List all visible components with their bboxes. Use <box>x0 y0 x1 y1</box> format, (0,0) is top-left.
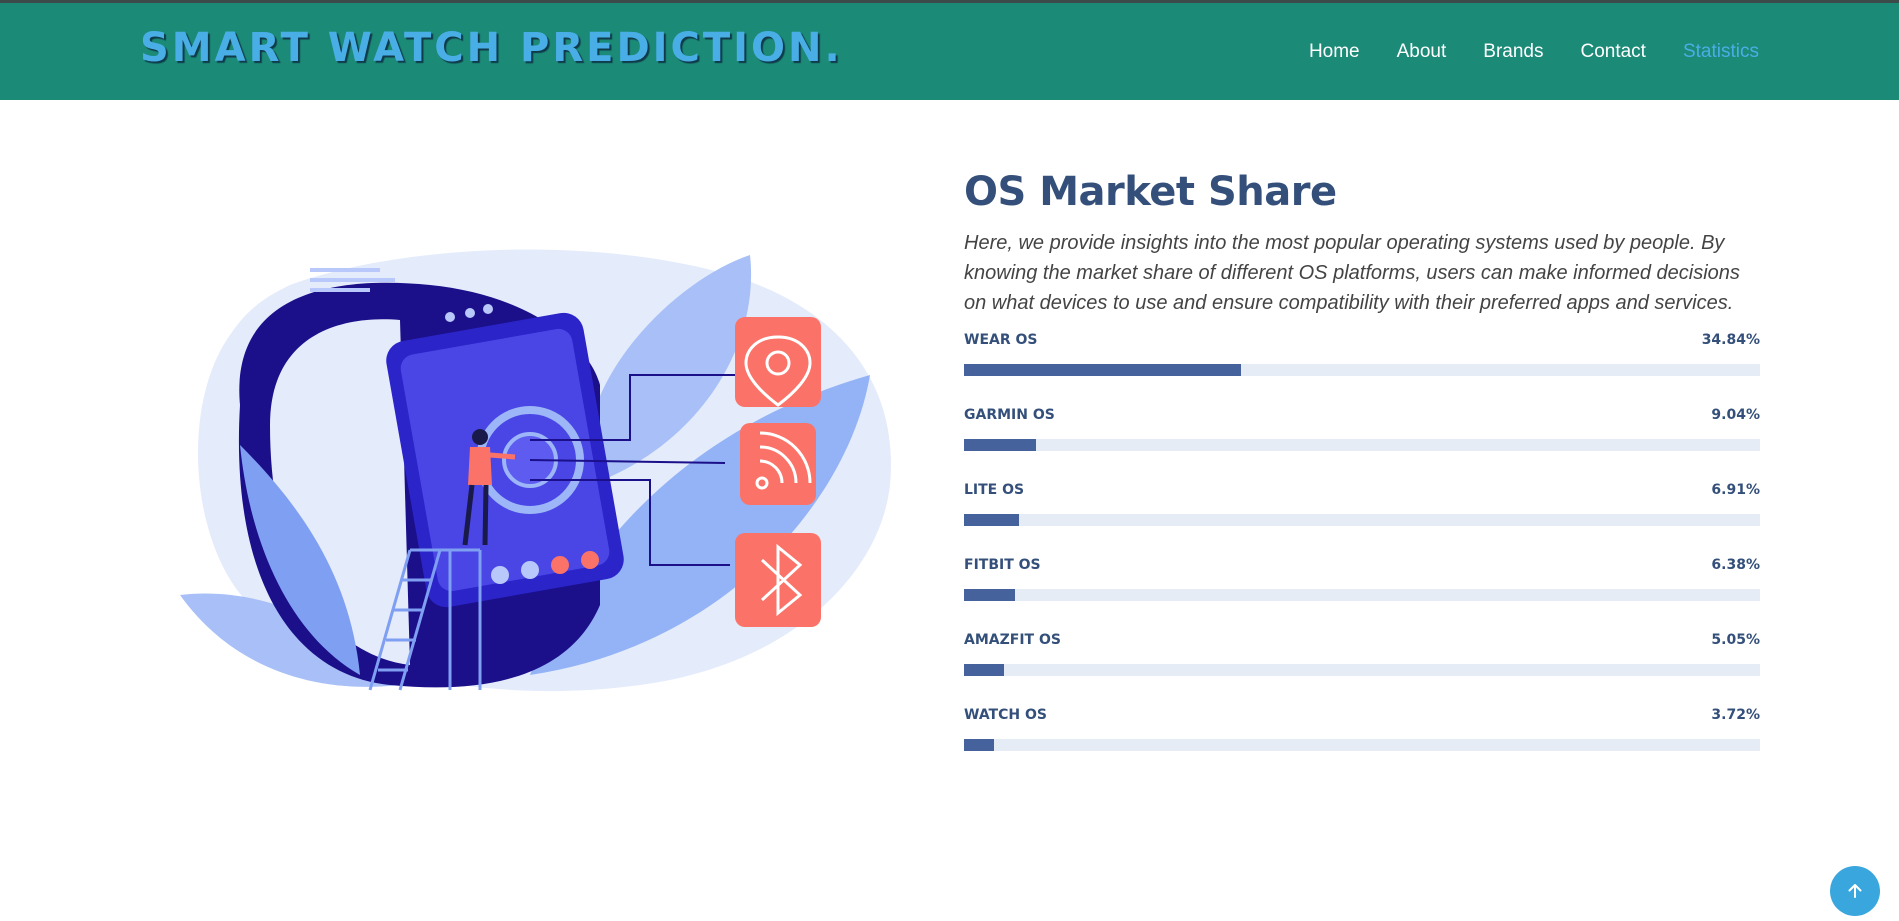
bar-label: FITBIT OS <box>964 557 1041 573</box>
bar-header: WEAR OS 34.84% <box>964 332 1760 352</box>
location-pin-icon <box>735 317 821 407</box>
screen-dot <box>521 561 539 579</box>
screen-dot <box>491 566 509 584</box>
progress-fill <box>964 589 1015 601</box>
screen-dot <box>445 312 455 322</box>
bar-label: LITE OS <box>964 482 1025 498</box>
bar-value: 5.05% <box>1711 632 1760 648</box>
bar-value: 3.72% <box>1711 707 1760 723</box>
section-description: Here, we provide insights into the most … <box>964 232 1740 314</box>
rss-feed-icon <box>740 423 816 505</box>
screen-dot <box>581 551 599 569</box>
progress-fill <box>964 739 994 751</box>
bar-value: 9.04% <box>1711 407 1760 423</box>
progress-fill <box>964 664 1005 676</box>
bar-value: 6.38% <box>1711 557 1760 573</box>
bar-label: WATCH OS <box>964 707 1047 723</box>
nav-brands[interactable]: Brands <box>1483 41 1543 63</box>
progress-track <box>964 589 1760 601</box>
bar-label: AMAZFIT OS <box>964 632 1061 648</box>
market-share-row: FITBIT OS 6.38% <box>964 557 1760 620</box>
bar-value: 6.91% <box>1711 482 1760 498</box>
smartwatch-illustration <box>180 249 891 692</box>
nav-statistics[interactable]: Statistics <box>1683 41 1759 63</box>
site-logo[interactable]: SMART WATCH PREDICTION. <box>140 25 843 71</box>
arrow-up-icon <box>1848 884 1862 898</box>
screen-dot <box>551 556 569 574</box>
progress-fill <box>964 514 1019 526</box>
progress-track <box>964 664 1760 676</box>
market-share-row: WATCH OS 3.72% <box>964 707 1760 770</box>
progress-track <box>964 739 1760 751</box>
site-header: SMART WATCH PREDICTION. Home About Brand… <box>0 0 1899 100</box>
bar-header: LITE OS 6.91% <box>964 482 1760 502</box>
screen-dot <box>483 304 493 314</box>
market-share-row: WEAR OS 34.84% <box>964 332 1760 395</box>
nav-about[interactable]: About <box>1397 41 1447 63</box>
back-to-top-button[interactable] <box>1830 866 1880 916</box>
section-title: OS Market Share <box>964 169 1337 215</box>
market-share-bars: WEAR OS 34.84% GARMIN OS 9.04% LITE OS 6.91% F… <box>964 332 1760 770</box>
nav-home[interactable]: Home <box>1309 41 1360 63</box>
bar-header: WATCH OS 3.72% <box>964 707 1760 727</box>
bar-value: 34.84% <box>1701 332 1760 348</box>
main-nav: Home About Brands Contact Statistics <box>1309 41 1759 63</box>
bar-header: GARMIN OS 9.04% <box>964 407 1760 427</box>
os-market-share-section: OS Market Share Here, we provide insight… <box>964 160 1760 770</box>
market-share-row: GARMIN OS 9.04% <box>964 407 1760 470</box>
nav-contact[interactable]: Contact <box>1580 41 1645 63</box>
market-share-row: AMAZFIT OS 5.05% <box>964 632 1760 695</box>
screen-dot <box>465 308 475 318</box>
market-share-row: LITE OS 6.91% <box>964 482 1760 545</box>
bar-label: WEAR OS <box>964 332 1038 348</box>
progress-track <box>964 364 1760 376</box>
bar-header: AMAZFIT OS 5.05% <box>964 632 1760 652</box>
bluetooth-icon <box>735 533 821 627</box>
progress-track <box>964 514 1760 526</box>
bar-header: FITBIT OS 6.38% <box>964 557 1760 577</box>
progress-fill <box>964 364 1242 376</box>
bar-label: GARMIN OS <box>964 407 1055 423</box>
progress-fill <box>964 439 1036 451</box>
progress-track <box>964 439 1760 451</box>
